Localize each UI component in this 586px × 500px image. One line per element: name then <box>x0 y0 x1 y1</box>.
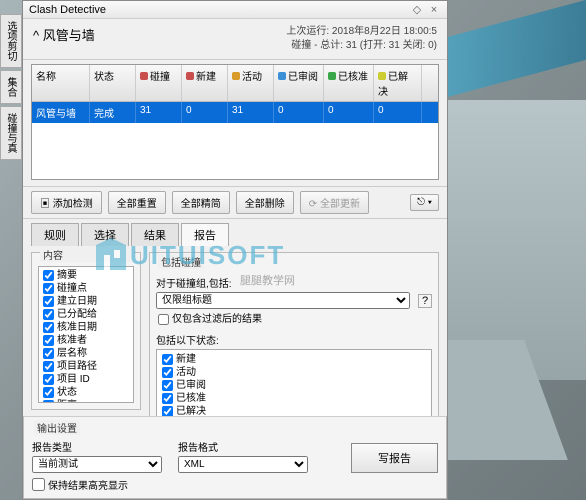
sidebar-tab-1[interactable]: 选项剪切 <box>0 14 22 68</box>
include-clash-fieldset: 包括碰撞 对于碰撞组,包括: 仅限组标题 ? 仅包含过滤后的结果 包括以下状态:… <box>149 252 439 416</box>
add-test-button[interactable]: ▣ 添加检测 <box>31 191 102 214</box>
tab-results[interactable]: 结果 <box>131 223 179 246</box>
test-name: ^ 风管与墙 <box>33 25 95 44</box>
help-icon[interactable]: ? <box>418 294 432 308</box>
status-item[interactable]: 已核准 <box>160 392 428 405</box>
update-all-button[interactable]: ⟳ 全部更新 <box>300 191 369 214</box>
titlebar: Clash Detective ◇ × <box>23 1 447 19</box>
tab-select[interactable]: 选择 <box>81 223 129 246</box>
tab-report[interactable]: 报告 <box>181 223 229 246</box>
status-checklist[interactable]: 新建活动已审阅已核准已解决 <box>156 349 432 416</box>
pin-icon[interactable]: ◇ <box>410 3 424 16</box>
output-fieldset: 输出设置 报告类型 当前测试 报告格式 XML 写报告 保持结果高亮显示 <box>23 416 447 499</box>
tests-grid[interactable]: 名称 状态 碰撞 新建 活动 已审阅 已核准 已解决 风管与墙 完成 31 0 … <box>31 64 439 180</box>
status-item[interactable]: 新建 <box>160 353 428 366</box>
report-type-select[interactable]: 当前测试 <box>32 456 162 473</box>
content-item[interactable]: 层名称 <box>41 347 131 360</box>
content-item[interactable]: 距离 <box>41 399 131 403</box>
reset-all-button[interactable]: 全部重置 <box>108 191 166 214</box>
clash-detective-panel: Clash Detective ◇ × ^ 风管与墙 上次运行: 2018年8月… <box>22 0 448 500</box>
content-item[interactable]: 摘要 <box>41 269 131 282</box>
tab-rules[interactable]: 规则 <box>31 223 79 246</box>
content-item[interactable]: 状态 <box>41 386 131 399</box>
content-fieldset: 内容 摘要碰撞点建立日期已分配给核准日期核准者层名称项目路径项目 ID状态距离说… <box>31 252 141 410</box>
tests-toolbar: ▣ 添加检测 全部重置 全部精简 全部删除 ⟳ 全部更新 ⎋ ▾ <box>23 186 447 219</box>
write-report-button[interactable]: 写报告 <box>351 443 438 473</box>
content-item[interactable]: 碰撞点 <box>41 282 131 295</box>
status-item[interactable]: 已审阅 <box>160 379 428 392</box>
sidebar-tabs: 选项剪切 集合 碰撞与真 <box>0 14 22 162</box>
table-row[interactable]: 风管与墙 完成 31 0 31 0 0 0 <box>32 102 438 123</box>
content-item[interactable]: 项目路径 <box>41 360 131 373</box>
test-info: 上次运行: 2018年8月22日 18:00:5 碰撞 - 总计: 31 (打开… <box>286 25 437 53</box>
close-icon[interactable]: × <box>427 4 441 16</box>
status-item[interactable]: 已解决 <box>160 405 428 416</box>
content-checklist[interactable]: 摘要碰撞点建立日期已分配给核准日期核准者层名称项目路径项目 ID状态距离说明注释… <box>38 266 134 403</box>
sidebar-tab-3[interactable]: 碰撞与真 <box>0 106 22 160</box>
window-title: Clash Detective <box>29 4 106 16</box>
status-item[interactable]: 活动 <box>160 366 428 379</box>
keep-highlight-checkbox[interactable]: 保持结果高亮显示 <box>32 477 438 492</box>
delete-all-button[interactable]: 全部删除 <box>236 191 294 214</box>
filter-only-checkbox[interactable]: 仅包含过滤后的结果 <box>156 313 432 326</box>
content-item[interactable]: 建立日期 <box>41 295 131 308</box>
report-format-select[interactable]: XML <box>178 456 308 473</box>
export-button[interactable]: ⎋ ▾ <box>410 194 439 211</box>
grid-header: 名称 状态 碰撞 新建 活动 已审阅 已核准 已解决 <box>32 65 438 102</box>
content-item[interactable]: 核准日期 <box>41 321 131 334</box>
sidebar-tab-2[interactable]: 集合 <box>0 70 22 104</box>
compact-all-button[interactable]: 全部精简 <box>172 191 230 214</box>
content-item[interactable]: 项目 ID <box>41 373 131 386</box>
content-item[interactable]: 已分配给 <box>41 308 131 321</box>
tabs: 规则 选择 结果 报告 <box>23 223 447 246</box>
content-item[interactable]: 核准者 <box>41 334 131 347</box>
group-include-select[interactable]: 仅限组标题 <box>156 292 410 309</box>
